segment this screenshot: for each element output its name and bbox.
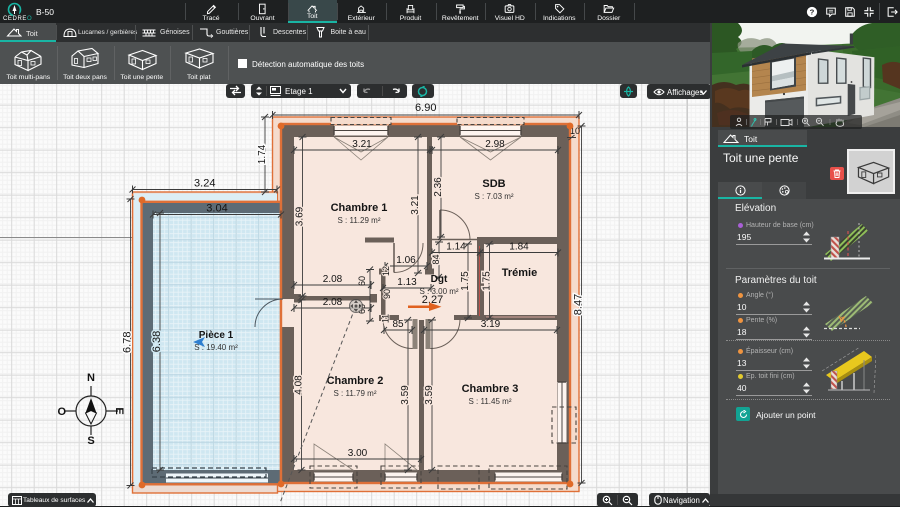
svg-text:N: N	[87, 372, 95, 384]
svg-text:3.59: 3.59	[424, 385, 435, 405]
svg-text:2.36: 2.36	[433, 177, 444, 197]
svg-text:90: 90	[382, 289, 392, 299]
svg-text:S : 11.29 m²: S : 11.29 m²	[338, 216, 381, 225]
svg-text:3.59: 3.59	[400, 385, 411, 405]
svg-text:S : 3.00 m²: S : 3.00 m²	[419, 287, 458, 296]
svg-text:SDB: SDB	[482, 178, 505, 190]
svg-text:Trémie: Trémie	[502, 267, 537, 279]
svg-text:1.74: 1.74	[257, 144, 268, 164]
svg-text:S : 11.79 m²: S : 11.79 m²	[334, 389, 377, 398]
svg-text:6.38: 6.38	[151, 331, 163, 352]
svg-text:84: 84	[431, 254, 441, 264]
svg-text:1.75: 1.75	[460, 271, 471, 291]
svg-text:Pièce 1: Pièce 1	[199, 330, 234, 341]
svg-text:O: O	[57, 406, 66, 418]
svg-text:3.04: 3.04	[206, 203, 227, 215]
svg-text:3.69: 3.69	[295, 206, 306, 226]
svg-text:1.14: 1.14	[446, 242, 466, 253]
svg-text:Dgt: Dgt	[431, 274, 448, 285]
svg-text:3.21: 3.21	[352, 139, 372, 150]
svg-text:Chambre 1: Chambre 1	[331, 202, 388, 214]
svg-text:1.84: 1.84	[509, 242, 529, 253]
svg-text:Chambre 2: Chambre 2	[327, 375, 384, 387]
svg-text:85: 85	[392, 319, 404, 330]
svg-text:60: 60	[357, 276, 367, 286]
svg-text:S : 7.03 m²: S : 7.03 m²	[474, 192, 513, 201]
svg-text:?: ?	[810, 7, 815, 16]
svg-text:3.00: 3.00	[348, 448, 368, 459]
svg-text:2.08: 2.08	[323, 274, 343, 285]
svg-text:E: E	[113, 407, 125, 414]
svg-text:6.78: 6.78	[122, 332, 134, 353]
svg-text:6.90: 6.90	[415, 102, 436, 114]
svg-text:S: S	[87, 435, 94, 447]
svg-text:4.08: 4.08	[294, 375, 305, 395]
svg-text:1.13: 1.13	[397, 277, 417, 288]
svg-text:3.19: 3.19	[481, 319, 501, 330]
svg-text:8.47: 8.47	[573, 294, 585, 315]
svg-text:S : 11.45 m²: S : 11.45 m²	[469, 397, 512, 406]
svg-text:11: 11	[381, 314, 391, 323]
svg-text:2.08: 2.08	[323, 297, 343, 308]
svg-text:Chambre 3: Chambre 3	[462, 383, 519, 395]
svg-text:12: 12	[381, 266, 391, 276]
svg-text:3.21: 3.21	[410, 195, 421, 215]
svg-text:3.24: 3.24	[194, 178, 215, 190]
svg-text:2.98: 2.98	[485, 139, 505, 150]
svg-text:1.06: 1.06	[396, 255, 416, 266]
svg-text:1.75: 1.75	[482, 271, 493, 291]
